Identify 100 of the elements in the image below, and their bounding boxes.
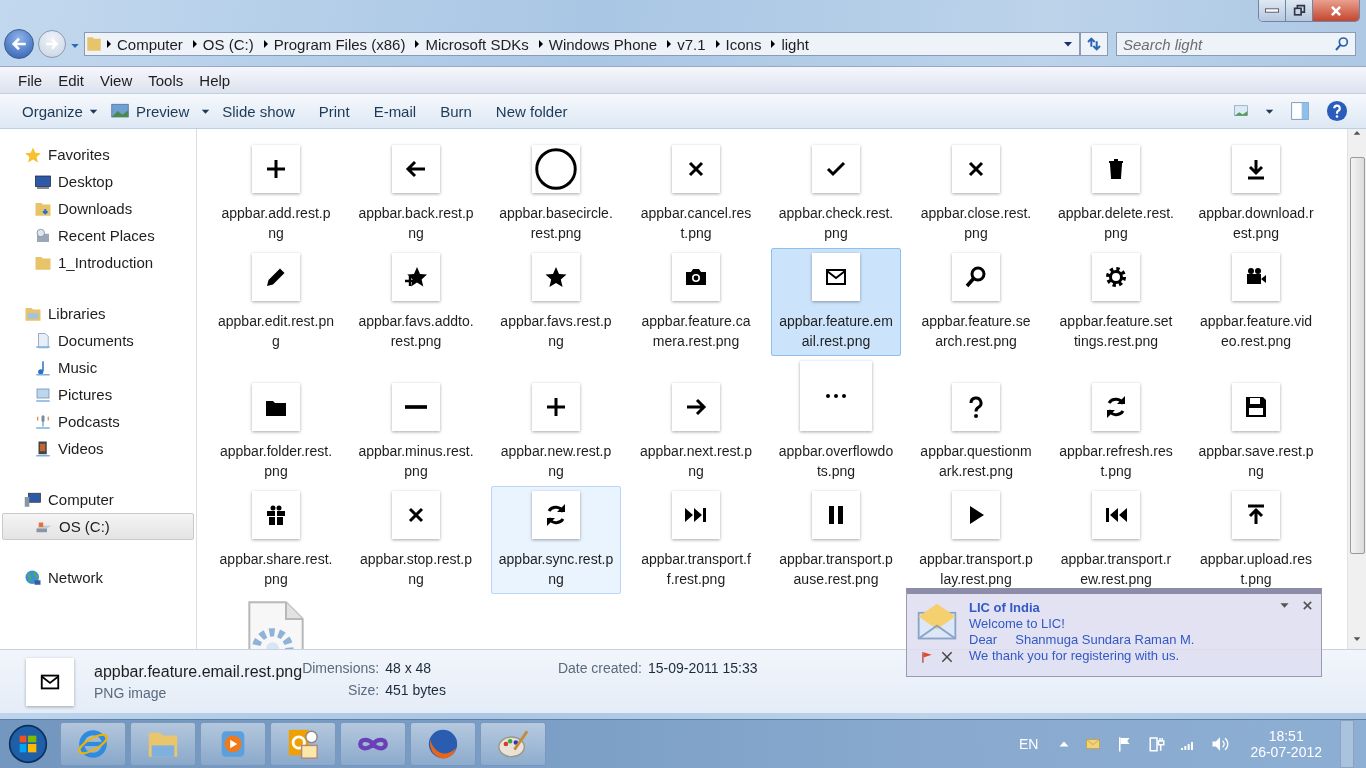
- thumbnail-tile[interactable]: appbar.save.rest.png: [1191, 356, 1321, 486]
- thumbnail-tile[interactable]: appbar.favs.addto.rest.png: [351, 248, 481, 356]
- nav-item[interactable]: Desktop: [2, 168, 194, 195]
- thumbnail-tile[interactable]: appbar.feature.camera.rest.png: [631, 248, 761, 356]
- toolbar-button[interactable]: New folder: [483, 96, 580, 126]
- taskbar-button[interactable]: [60, 722, 126, 766]
- property-value: 48 x 48: [385, 660, 433, 676]
- file-name: appbar.download.rest.png: [1198, 204, 1314, 243]
- nav-item[interactable]: Downloads: [2, 195, 194, 222]
- thumbnail-tile[interactable]: appbar.basecircle.rest.png: [491, 140, 621, 248]
- thumbnail-tile[interactable]: appbar.stop.rest.png: [351, 486, 481, 594]
- close-button[interactable]: [1313, 0, 1359, 21]
- thumbnail-tile[interactable]: appbar.feature.settings.rest.png: [1051, 248, 1181, 356]
- thumbnail-tile[interactable]: appbar.new.rest.png: [491, 356, 621, 486]
- globe-icon: [24, 568, 42, 587]
- taskbar-button[interactable]: [480, 722, 546, 766]
- picture-icon: [109, 102, 130, 120]
- file-name: appbar.feature.video.rest.png: [1198, 312, 1314, 351]
- thumbnail-tile[interactable]: appbar.transport.ff.rest.png: [631, 486, 761, 594]
- nav-item[interactable]: Computer: [2, 486, 194, 513]
- organize-menu-button[interactable]: Organize: [10, 96, 110, 126]
- thumbnail-tile[interactable]: appbar.sync.rest.png: [491, 486, 621, 594]
- thumbnail-tile[interactable]: appbar.feature.email.rest.png: [771, 248, 901, 356]
- breadcrumb[interactable]: Computer: [115, 35, 189, 53]
- menu-item[interactable]: View: [92, 71, 141, 89]
- thumbnail-tile[interactable]: appbar.transport.pause.rest.png: [771, 486, 901, 594]
- file-name: appbar.feature.settings.rest.png: [1058, 312, 1174, 351]
- thumbnail-tile[interactable]: appbar.download.rest.png: [1191, 140, 1321, 248]
- forward-button[interactable]: [38, 30, 66, 58]
- gift-icon: [264, 503, 288, 527]
- nav-item[interactable]: Recent Places: [2, 222, 194, 249]
- search-field[interactable]: Search light: [1116, 32, 1356, 56]
- refresh-button[interactable]: [1080, 32, 1108, 56]
- breadcrumb[interactable]: Windows Phone: [546, 35, 664, 53]
- file-name: appbar.feature.email.rest.png: [94, 662, 303, 681]
- taskbar-button[interactable]: [200, 722, 266, 766]
- help-icon: [1326, 100, 1348, 122]
- document-icon: [34, 331, 52, 350]
- toolbar-button[interactable]: E-mail: [361, 96, 429, 126]
- thumbnail-tile[interactable]: appbar.transport.play.rest.png: [911, 486, 1041, 594]
- vertical-scrollbar[interactable]: [1347, 129, 1366, 649]
- file-name: appbar.favs.addto.rest.png: [358, 312, 474, 351]
- nav-item[interactable]: Videos: [2, 435, 194, 462]
- taskbar-button[interactable]: [130, 722, 196, 766]
- breadcrumb[interactable]: Microsoft SDKs: [423, 35, 535, 53]
- nav-item[interactable]: 1_Introduction: [2, 249, 194, 276]
- thumbnail-tile[interactable]: appbar.transport.rew.rest.png: [1051, 486, 1181, 594]
- property-label: Dimensions:: [302, 660, 380, 676]
- nav-item[interactable]: Music: [2, 354, 194, 381]
- thumbnail-tile[interactable]: appbar.favs.rest.png: [491, 248, 621, 356]
- thumbnail-tile[interactable]: appbar.overflowdots.png: [771, 356, 901, 486]
- thumbnail-tile[interactable]: appbar.next.rest.png: [631, 356, 761, 486]
- thumbnail-tile[interactable]: appbar.questionmark.rest.png: [911, 356, 1041, 486]
- thumbnail-tile[interactable]: appbar.back.rest.png: [351, 140, 481, 248]
- breadcrumb[interactable]: Icons: [723, 35, 768, 53]
- nav-item[interactable]: Favorites: [2, 141, 194, 168]
- mail-icon: [286, 727, 320, 761]
- music-note-icon: [34, 358, 52, 377]
- nav-item[interactable]: Pictures: [2, 381, 194, 408]
- nav-item[interactable]: OS (C:): [2, 513, 194, 540]
- toolbar-button[interactable]: Burn: [428, 96, 484, 126]
- nav-item[interactable]: Libraries: [2, 300, 194, 327]
- file-name: appbar.upload.rest.png: [1198, 550, 1314, 589]
- thumbnail-tile[interactable]: appbar.delete.rest.png: [1051, 140, 1181, 248]
- thumbnail-tile[interactable]: appbar.refresh.rest.png: [1051, 356, 1181, 486]
- thumbnail-tile[interactable]: appbar.edit.rest.png: [211, 248, 341, 356]
- menu-item[interactable]: Tools: [140, 71, 192, 89]
- nav-item[interactable]: Podcasts: [2, 408, 194, 435]
- thumbnail-tile[interactable]: appbar.feature.video.rest.png: [1191, 248, 1321, 356]
- menu-item[interactable]: Edit: [50, 71, 93, 89]
- toolbar-button[interactable]: Print: [306, 96, 362, 126]
- breadcrumb[interactable]: Program Files (x86): [271, 35, 412, 53]
- thumbnail-tile[interactable]: appbar.minus.rest.png: [351, 356, 481, 486]
- thumbnail-tile[interactable]: appbar.feature.search.rest.png: [911, 248, 1041, 356]
- back-button[interactable]: [4, 29, 34, 59]
- dots-icon: [826, 394, 846, 398]
- thumbnail-tile[interactable]: appbar.share.rest.png: [211, 486, 341, 594]
- file-name: appbar.save.rest.png: [1198, 442, 1314, 481]
- scrollbar-thumb[interactable]: [1349, 157, 1365, 554]
- breadcrumb[interactable]: v7.1: [675, 35, 712, 53]
- breadcrumb[interactable]: light: [779, 35, 815, 53]
- thumbnail-tile[interactable]: appbar.close.rest.png: [911, 140, 1041, 248]
- taskbar-button[interactable]: [340, 722, 406, 766]
- taskbar-button[interactable]: [410, 722, 476, 766]
- thumbnail-tile[interactable]: appbar.check.rest.png: [771, 140, 901, 248]
- thumbnail-tile[interactable]: appbar.cancel.rest.png: [631, 140, 761, 248]
- taskbar-button[interactable]: [270, 722, 336, 766]
- menu-item[interactable]: Help: [191, 71, 239, 89]
- restore-button[interactable]: [1286, 0, 1313, 21]
- menu-item[interactable]: File: [10, 71, 51, 89]
- toolbar-button[interactable]: Preview: [109, 96, 202, 126]
- breadcrumb[interactable]: OS (C:): [200, 35, 260, 53]
- nav-item[interactable]: Network: [2, 564, 194, 591]
- thumbnail-tile[interactable]: appbar.upload.rest.png: [1191, 486, 1321, 594]
- thumbnail-tile[interactable]: appbar.add.rest.png: [211, 140, 341, 248]
- address-bar[interactable]: Computer OS (C:) Program Files (x86) Microsoft SDKs Windows Phone v7.1 Icons light: [84, 32, 1080, 56]
- file-name: appbar.favs.rest.png: [499, 312, 613, 351]
- nav-item[interactable]: Documents: [2, 327, 194, 354]
- thumbnail-tile[interactable]: appbar.folder.rest.png: [211, 356, 341, 486]
- toolbar-button[interactable]: Slide show: [210, 96, 307, 126]
